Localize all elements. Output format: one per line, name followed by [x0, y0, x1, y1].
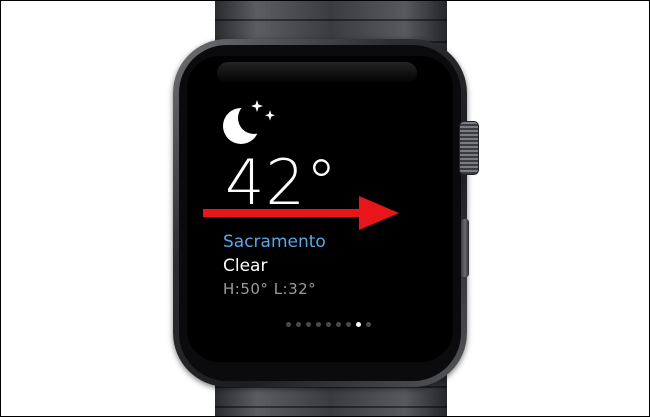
page-dot [305, 322, 311, 327]
page-dot [365, 322, 371, 327]
page-indicator [187, 322, 453, 327]
page-dot-active [355, 322, 361, 327]
page-dot [315, 322, 321, 327]
moon-stars-icon [223, 100, 275, 144]
page-dot [285, 322, 291, 327]
weather-condition: Clear [223, 256, 268, 276]
page-dot [325, 322, 331, 327]
digital-crown[interactable] [459, 121, 479, 175]
page-dot [335, 322, 341, 327]
city-name: Sacramento [223, 232, 326, 252]
page-dot [295, 322, 301, 327]
page-dot [345, 322, 351, 327]
screenshot-frame: 42° Sacramento Clear H:50° L:32° [0, 0, 650, 417]
side-button[interactable] [461, 219, 469, 277]
high-low-temperatures: H:50° L:32° [223, 280, 317, 298]
swipe-right-arrow-icon [203, 196, 399, 230]
